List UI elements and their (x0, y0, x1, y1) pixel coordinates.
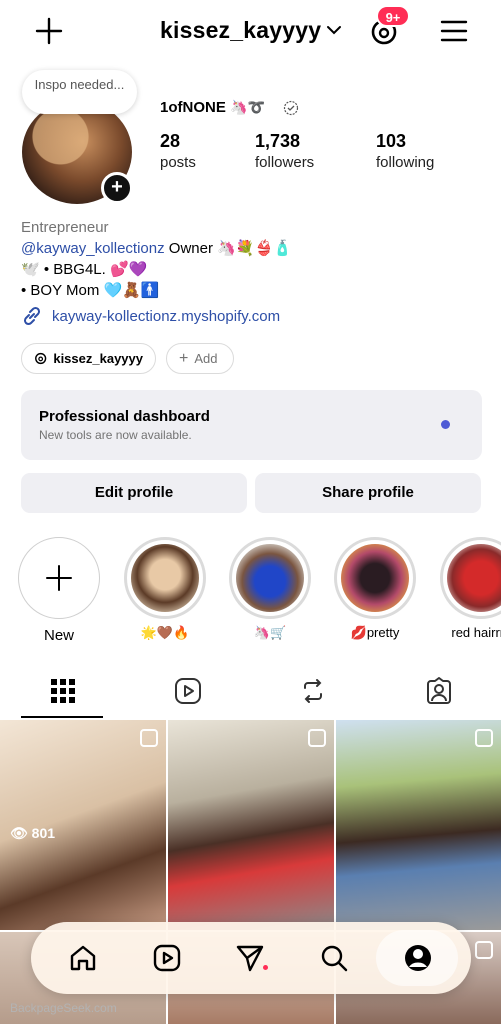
following-count: 103 (376, 131, 407, 151)
following-label: following (376, 154, 435, 171)
watermark: BackpageSeek.com (10, 1001, 117, 1015)
highlight-item[interactable]: red hairrr.. (440, 537, 501, 640)
highlight-item[interactable]: 🦄🛒 (229, 537, 311, 641)
post-thumbnail[interactable]: 👁 801 (0, 720, 166, 930)
bio-category: Entrepreneur (21, 219, 109, 236)
multiple-photos-icon (140, 729, 158, 747)
reposts-icon[interactable] (298, 676, 328, 706)
followers-count: 1,738 (255, 131, 301, 151)
professional-dashboard[interactable]: Professional dashboard New tools are now… (21, 390, 482, 460)
highlight-ring (229, 537, 311, 619)
threads-icon (35, 352, 47, 365)
new-indicator-dot (441, 420, 450, 429)
display-name-emoji: 🦄➰ (230, 99, 265, 115)
add-story-button[interactable]: + (101, 172, 133, 204)
bio-line-1-rest: Owner 🦄💐👙🧴 (164, 240, 292, 257)
add-chip-label: Add (194, 351, 218, 366)
highlight-label: New (43, 627, 74, 644)
profile-icon[interactable] (402, 942, 434, 974)
bio-line-2: 🕊️ • BBG4L. 💕💜 (21, 261, 148, 278)
profile-username[interactable]: kissez_kayyyy (160, 17, 321, 44)
multiple-photos-icon (308, 729, 326, 747)
post-thumbnail[interactable] (336, 720, 501, 930)
display-name: 1ofNONE 🦄➰ (160, 99, 265, 116)
highlight-ring (440, 537, 501, 619)
multiple-photos-icon (475, 729, 493, 747)
link-icon (23, 306, 41, 326)
plus-icon: + (179, 349, 189, 367)
highlight-ring (124, 537, 206, 619)
highlight-label: 🌟🤎🔥 (140, 625, 190, 640)
bio-line-3: • BOY Mom 🩵🧸🚹 (21, 282, 160, 299)
share-profile-button[interactable]: Share profile (255, 473, 481, 513)
meta-verified-icon (283, 100, 299, 116)
create-plus-icon[interactable] (34, 16, 64, 46)
multiple-photos-icon (475, 941, 493, 959)
dashboard-subtitle: New tools are now available. (39, 428, 192, 442)
website-url: kayway-kollectionz.myshopify.com (52, 307, 281, 325)
active-tab-indicator (21, 716, 103, 718)
bottom-navigation (31, 922, 471, 994)
direct-messages-icon[interactable] (234, 942, 266, 974)
posts-label: posts (160, 154, 196, 171)
profile-tabs (0, 668, 501, 720)
bio-line-1: @kayway_kollectionz Owner 🦄💐👙🧴 (21, 238, 292, 259)
grid-icon[interactable] (48, 676, 78, 706)
new-highlight-ring (18, 537, 100, 619)
bio-mention-link[interactable]: @kayway_kollectionz (21, 240, 165, 257)
top-bar: kissez_kayyyy 9+ (0, 0, 501, 64)
bio: Entrepreneur @kayway_kollectionz Owner 🦄… (21, 217, 292, 301)
threads-chip-label: kissez_kayyyy (53, 351, 143, 366)
home-icon[interactable] (67, 942, 99, 974)
highlight-ring (334, 537, 416, 619)
threads-profile-chip[interactable]: kissez_kayyyy (21, 343, 156, 374)
reels-icon[interactable] (173, 676, 203, 706)
highlight-label: 🦄🛒 (253, 625, 287, 640)
highlight-new[interactable]: New (18, 537, 100, 644)
profile-note[interactable]: Inspo needed... (22, 70, 137, 114)
followers-label: followers (255, 154, 315, 171)
chevron-down-icon[interactable] (326, 24, 342, 36)
notification-badge: 9+ (376, 5, 410, 27)
following-stat[interactable]: 103 following (376, 131, 434, 171)
posts-count: 28 (160, 131, 181, 151)
highlight-item[interactable]: 💋pretty (334, 537, 416, 641)
highlight-item[interactable]: 🌟🤎🔥 (124, 537, 206, 641)
highlight-label: red hairrr.. (451, 625, 501, 640)
display-name-text: 1ofNONE (160, 99, 226, 116)
unread-dot (263, 965, 268, 970)
dashboard-title: Professional dashboard (39, 408, 210, 425)
highlight-label: 💋pretty (350, 625, 400, 640)
view-count-value: 801 (31, 825, 56, 841)
edit-profile-button[interactable]: Edit profile (21, 473, 247, 513)
reels-icon[interactable] (151, 942, 183, 974)
followers-stat[interactable]: 1,738 followers (255, 131, 314, 171)
bio-website-link[interactable]: kayway-kollectionz.myshopify.com (21, 305, 280, 327)
tagged-icon[interactable] (424, 676, 454, 706)
view-count: 👁 801 (10, 825, 56, 841)
add-link-chip[interactable]: + Add (166, 343, 234, 374)
menu-icon[interactable] (440, 19, 468, 43)
posts-stat[interactable]: 28 posts (160, 131, 196, 171)
plus-icon (46, 565, 72, 591)
search-icon[interactable] (318, 942, 350, 974)
post-thumbnail[interactable] (168, 720, 334, 930)
